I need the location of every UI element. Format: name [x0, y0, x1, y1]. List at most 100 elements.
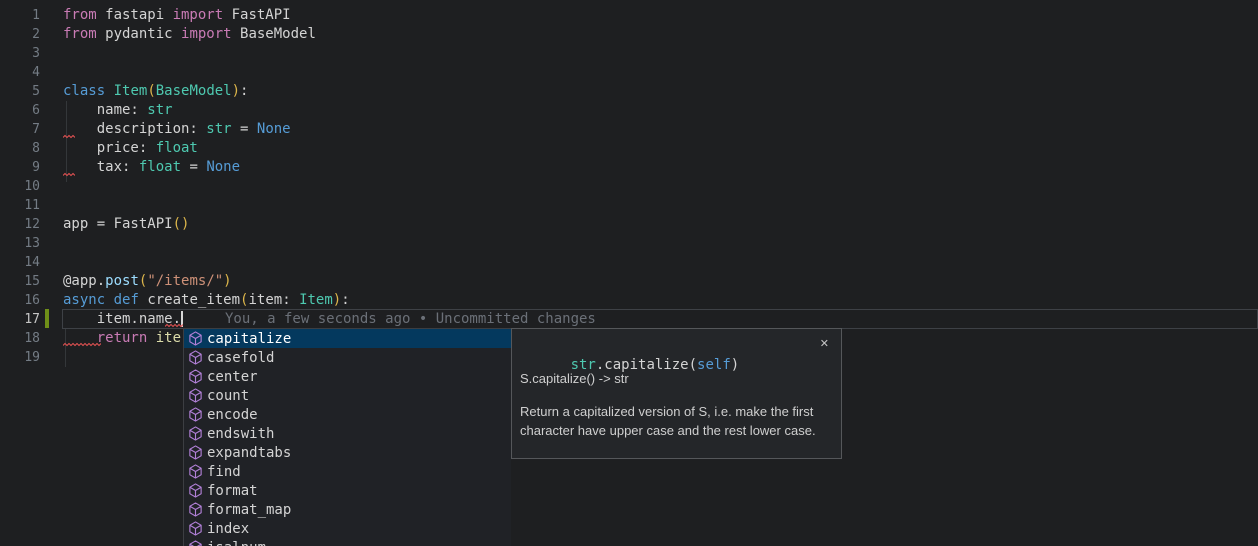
code-token: self [697, 357, 731, 373]
line-number[interactable]: 1 [0, 6, 40, 25]
code-token [105, 83, 113, 99]
symbol-method-icon [188, 521, 203, 536]
code-line[interactable]: from pydantic import BaseModel [63, 25, 350, 44]
suggestion-label: find [207, 464, 241, 480]
suggestion-item[interactable]: format_map [184, 500, 511, 519]
docs-signature-row: str.capitalize(self) ✕ [520, 337, 831, 356]
symbol-method-icon [188, 388, 203, 403]
code-token: float [156, 140, 198, 156]
code-token: fastapi [97, 7, 173, 23]
symbol-method-icon [188, 540, 203, 546]
symbol-method-icon [188, 483, 203, 498]
code-token: ( [147, 83, 155, 99]
suggestion-label: format [207, 483, 258, 499]
code-token [105, 292, 113, 308]
code-line[interactable]: name: str [63, 101, 350, 120]
suggestion-item[interactable]: casefold [184, 348, 511, 367]
suggestion-item[interactable]: encode [184, 405, 511, 424]
line-number[interactable]: 6 [0, 101, 40, 120]
error-squiggle [165, 323, 183, 328]
code-token: str [571, 357, 596, 373]
line-number[interactable]: 7 [0, 120, 40, 139]
suggestion-label: format_map [207, 502, 291, 518]
code-line[interactable] [63, 44, 350, 63]
code-token: ) [333, 292, 341, 308]
code-line[interactable]: class Item(BaseModel): [63, 82, 350, 101]
indent-guide [66, 101, 67, 182]
code-token: None [206, 159, 240, 175]
code-line[interactable] [63, 253, 350, 272]
suggestion-label: capitalize [207, 331, 291, 347]
code-token: @app. [63, 273, 105, 289]
code-token [147, 330, 155, 346]
line-number[interactable]: 4 [0, 63, 40, 82]
symbol-method-icon [188, 331, 203, 346]
suggestion-item[interactable]: center [184, 367, 511, 386]
suggestion-item[interactable]: format [184, 481, 511, 500]
suggestion-label: count [207, 388, 249, 404]
code-line[interactable] [63, 63, 350, 82]
code-token: app = FastAPI [63, 216, 173, 232]
suggestion-label: encode [207, 407, 258, 423]
code-token: FastAPI [223, 7, 290, 23]
close-icon[interactable]: ✕ [820, 337, 829, 351]
code-token: float [139, 159, 181, 175]
code-token: Item [299, 292, 333, 308]
code-line[interactable]: async def create_item(item: Item): [63, 291, 350, 310]
suggestion-label: index [207, 521, 249, 537]
suggestion-item[interactable]: expandtabs [184, 443, 511, 462]
line-number[interactable]: 17 [0, 310, 40, 329]
code-token: str [206, 121, 231, 137]
line-number[interactable]: 14 [0, 253, 40, 272]
line-number[interactable]: 10 [0, 177, 40, 196]
code-line[interactable]: app = FastAPI() [63, 215, 350, 234]
suggestion-item[interactable]: isalnum [184, 538, 511, 546]
line-number[interactable]: 2 [0, 25, 40, 44]
code-editor: 12345678910111213141516171819 from fasta… [0, 0, 1258, 546]
code-token: class [63, 83, 105, 99]
code-token: from [63, 26, 97, 42]
git-blame-annotation: You, a few seconds ago • Uncommitted cha… [225, 309, 596, 329]
code-token: "/items/" [147, 273, 223, 289]
symbol-method-icon [188, 426, 203, 441]
line-number[interactable]: 3 [0, 44, 40, 63]
code-token: .capitalize( [596, 357, 697, 373]
code-line[interactable]: tax: float = None [63, 158, 350, 177]
line-number[interactable]: 18 [0, 329, 40, 348]
signature: str.capitalize(self) [571, 357, 740, 373]
suggestion-item[interactable]: endswith [184, 424, 511, 443]
code-line[interactable]: @app.post("/items/") [63, 272, 350, 291]
suggestion-item[interactable]: count [184, 386, 511, 405]
suggestion-item[interactable]: index [184, 519, 511, 538]
code-token: async [63, 292, 105, 308]
suggestion-docs-panel: str.capitalize(self) ✕ S.capitalize() ->… [511, 328, 842, 459]
code-token: ) [232, 83, 240, 99]
suggestion-item[interactable]: find [184, 462, 511, 481]
line-number[interactable]: 12 [0, 215, 40, 234]
code-line[interactable]: from fastapi import FastAPI [63, 6, 350, 25]
code-line[interactable]: price: float [63, 139, 350, 158]
suggestion-item[interactable]: capitalize [184, 329, 511, 348]
gutter-modified-indicator [45, 309, 49, 328]
code-line[interactable] [63, 196, 350, 215]
code-line[interactable] [63, 177, 350, 196]
symbol-method-icon [188, 407, 203, 422]
code-line[interactable] [63, 234, 350, 253]
line-number[interactable]: 5 [0, 82, 40, 101]
line-number[interactable]: 9 [0, 158, 40, 177]
indent-guide [65, 329, 66, 367]
suggestion-label: center [207, 369, 258, 385]
line-number[interactable]: 16 [0, 291, 40, 310]
suggestion-label: endswith [207, 426, 274, 442]
code-token: str [147, 102, 172, 118]
code-token: name: [63, 102, 147, 118]
code-token: def [114, 292, 139, 308]
line-number[interactable]: 8 [0, 139, 40, 158]
line-number[interactable]: 11 [0, 196, 40, 215]
code-line[interactable]: description: str = None [63, 120, 350, 139]
line-number[interactable]: 15 [0, 272, 40, 291]
code-token: ite [156, 330, 181, 346]
code-token: = [232, 121, 257, 137]
line-number[interactable]: 19 [0, 348, 40, 367]
line-number[interactable]: 13 [0, 234, 40, 253]
